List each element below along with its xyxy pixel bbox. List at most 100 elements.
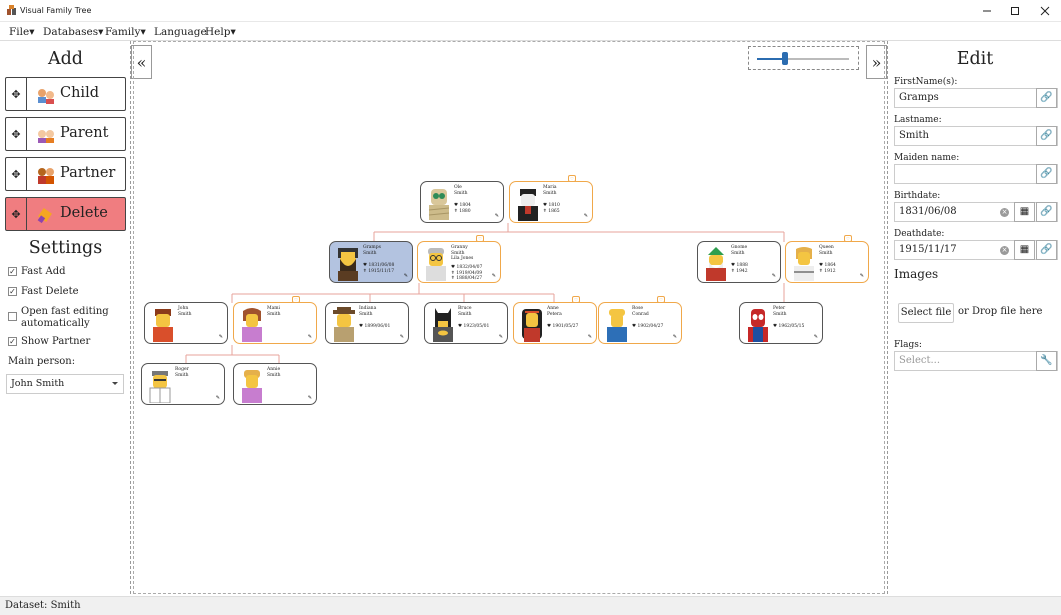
edit-pencil-icon[interactable]: ✎ — [495, 213, 499, 219]
clear-icon[interactable]: × — [1000, 208, 1009, 217]
zoom-slider[interactable] — [748, 46, 859, 70]
dataset-status: Dataset: Smith — [5, 600, 81, 611]
move-icon[interactable]: ✥ — [6, 118, 27, 150]
link-icon[interactable]: 🔗 — [1036, 240, 1057, 260]
heart-icon[interactable]: ♡ — [292, 296, 300, 303]
maximize-button[interactable] — [1000, 0, 1030, 22]
person-card[interactable]: Ole Smith ♥ 1804 ✝ 1880 ✎ — [420, 181, 504, 223]
heart-icon[interactable]: ♡ — [657, 296, 665, 303]
person-dates: ♥ 1901/05/27 — [547, 324, 579, 329]
link-icon[interactable]: 🔗 — [1036, 202, 1057, 222]
images-header: Images — [894, 267, 939, 281]
close-icon — [1040, 6, 1050, 16]
person-card[interactable]: Indiana Smith ♥ 1899/06/01 ✎ — [325, 302, 409, 344]
person-card-selected[interactable]: Gramps Smith ♥ 1831/06/08 ✝ 1915/11/17 ✎ — [329, 241, 413, 283]
person-card[interactable]: ♡ Rose Conrad ♥ 1902/04/27 ✎ — [598, 296, 682, 344]
person-dates: ♥ 1864 ✝ 1912 — [819, 263, 836, 274]
birthdate-field[interactable]: 1831/06/08 × ▦ 🔗 — [894, 202, 1058, 222]
calendar-icon[interactable]: ▦ — [1014, 240, 1035, 260]
fast-delete-checkbox[interactable]: ✓ — [8, 287, 17, 296]
edit-pencil-icon[interactable]: ✎ — [308, 395, 312, 401]
settings-header: Settings — [28, 238, 103, 258]
granny-avatar-icon — [426, 248, 446, 281]
heart-icon[interactable]: ♡ — [844, 235, 852, 242]
edit-pencil-icon[interactable]: ✎ — [499, 334, 503, 340]
edit-pencil-icon[interactable]: ✎ — [219, 334, 223, 340]
edit-pencil-icon[interactable]: ✎ — [772, 273, 776, 279]
person-name: Maria Smith — [543, 185, 557, 196]
firstname-field[interactable]: Gramps 🔗 — [894, 88, 1058, 108]
person-name: John Smith — [178, 306, 192, 317]
add-partner-button[interactable]: ✥ Partner — [5, 157, 126, 191]
heart-icon[interactable]: ♡ — [476, 235, 484, 242]
window-title: Visual Family Tree — [20, 6, 92, 15]
edit-pencil-icon[interactable]: ✎ — [860, 273, 864, 279]
menu-databases[interactable]: Databases▾ — [43, 26, 103, 38]
add-header: Add — [47, 49, 84, 69]
edit-pencil-icon[interactable]: ✎ — [400, 334, 404, 340]
maiden-name-label: Maiden name: — [894, 153, 960, 163]
minimize-button[interactable] — [972, 0, 1002, 22]
person-card[interactable]: ♡ Mami Smith ✎ — [233, 296, 317, 344]
edit-pencil-icon[interactable]: ✎ — [584, 213, 588, 219]
title-bar: Visual Family Tree — [0, 0, 1061, 22]
flags-select[interactable]: Select... 🔧 — [894, 351, 1058, 371]
fast-add-label: Fast Add — [21, 266, 66, 277]
person-card[interactable]: ♡ Maria Smith ♥ 1810 ✝ 1865 ✎ — [509, 175, 593, 223]
move-icon[interactable]: ✥ — [6, 158, 27, 190]
person-card[interactable]: ♡ Anne Petera ♥ 1901/05/27 ✎ — [513, 296, 597, 344]
roger-avatar-icon — [149, 371, 171, 403]
edit-pencil-icon[interactable]: ✎ — [492, 273, 496, 279]
john-avatar-icon — [153, 309, 173, 342]
link-icon[interactable]: 🔗 — [1036, 126, 1057, 146]
parent-icon — [38, 130, 54, 143]
close-button[interactable] — [1030, 0, 1060, 22]
select-file-button[interactable]: Select file — [898, 303, 954, 323]
move-icon[interactable]: ✥ — [6, 78, 27, 110]
lastname-field[interactable]: Smith 🔗 — [894, 126, 1058, 146]
open-fast-editing-checkbox[interactable] — [8, 312, 17, 321]
heart-icon[interactable]: ♡ — [572, 296, 580, 303]
add-child-button[interactable]: ✥ Child — [5, 77, 126, 111]
person-dates: ♥ 1832/04/07 ✝ 1919/04/09 ✝ 1888/04/27 — [451, 265, 483, 281]
lastname-value: Smith — [899, 130, 929, 141]
person-name: Mami Smith — [267, 306, 281, 317]
maiden-name-field[interactable]: 🔗 — [894, 164, 1058, 184]
edit-pencil-icon[interactable]: ✎ — [588, 334, 592, 340]
edit-pencil-icon[interactable]: ✎ — [814, 334, 818, 340]
person-card[interactable]: Gnome Smith ♥ 1888 ✝ 1942 ✎ — [697, 241, 781, 283]
person-card[interactable]: John Smith ✎ — [144, 302, 228, 344]
clear-icon[interactable]: × — [1000, 246, 1009, 255]
maximize-icon — [1011, 7, 1019, 15]
zoom-thumb[interactable] — [781, 52, 788, 65]
delete-button[interactable]: ✥ Delete — [5, 197, 126, 231]
person-card[interactable]: ♡ Queen Smith ♥ 1864 ✝ 1912 ✎ — [785, 235, 869, 283]
add-parent-button[interactable]: ✥ Parent — [5, 117, 126, 151]
main-person-select[interactable]: John Smith — [6, 374, 124, 394]
mummy-avatar-icon — [428, 189, 450, 220]
move-icon[interactable]: ✥ — [6, 198, 27, 230]
person-card[interactable]: Peter Smith ♥ 1962/05/15 ✎ — [739, 302, 823, 344]
menu-language[interactable]: Language — [154, 26, 207, 38]
menu-file[interactable]: File▾ — [9, 26, 35, 38]
menu-family[interactable]: Family▾ — [105, 26, 146, 38]
person-card[interactable]: Annie Smith ✎ — [233, 363, 317, 405]
link-icon[interactable]: 🔗 — [1036, 88, 1057, 108]
edit-pencil-icon[interactable]: ✎ — [404, 273, 408, 279]
heart-icon[interactable]: ♡ — [568, 175, 576, 182]
show-partner-checkbox[interactable]: ✓ — [8, 337, 17, 346]
fast-add-checkbox[interactable]: ✓ — [8, 267, 17, 276]
person-card[interactable]: Roger Smith ✎ — [141, 363, 225, 405]
person-card[interactable]: Bruce Smith ♥ 1923/05/01 ✎ — [424, 302, 508, 344]
firstname-label: FirstName(s): — [894, 77, 958, 87]
edit-pencil-icon[interactable]: ✎ — [216, 395, 220, 401]
edit-header: Edit — [956, 49, 994, 69]
edit-pencil-icon[interactable]: ✎ — [673, 334, 677, 340]
person-card[interactable]: ♡ Granny Smith Lila Jones ♥ 1832/04/07 ✝… — [417, 235, 501, 283]
wrench-icon[interactable]: 🔧 — [1036, 351, 1057, 371]
menu-help[interactable]: Help▾ — [205, 26, 236, 38]
edit-pencil-icon[interactable]: ✎ — [308, 334, 312, 340]
link-icon[interactable]: 🔗 — [1036, 164, 1057, 184]
deathdate-field[interactable]: 1915/11/17 × ▦ 🔗 — [894, 240, 1058, 260]
calendar-icon[interactable]: ▦ — [1014, 202, 1035, 222]
